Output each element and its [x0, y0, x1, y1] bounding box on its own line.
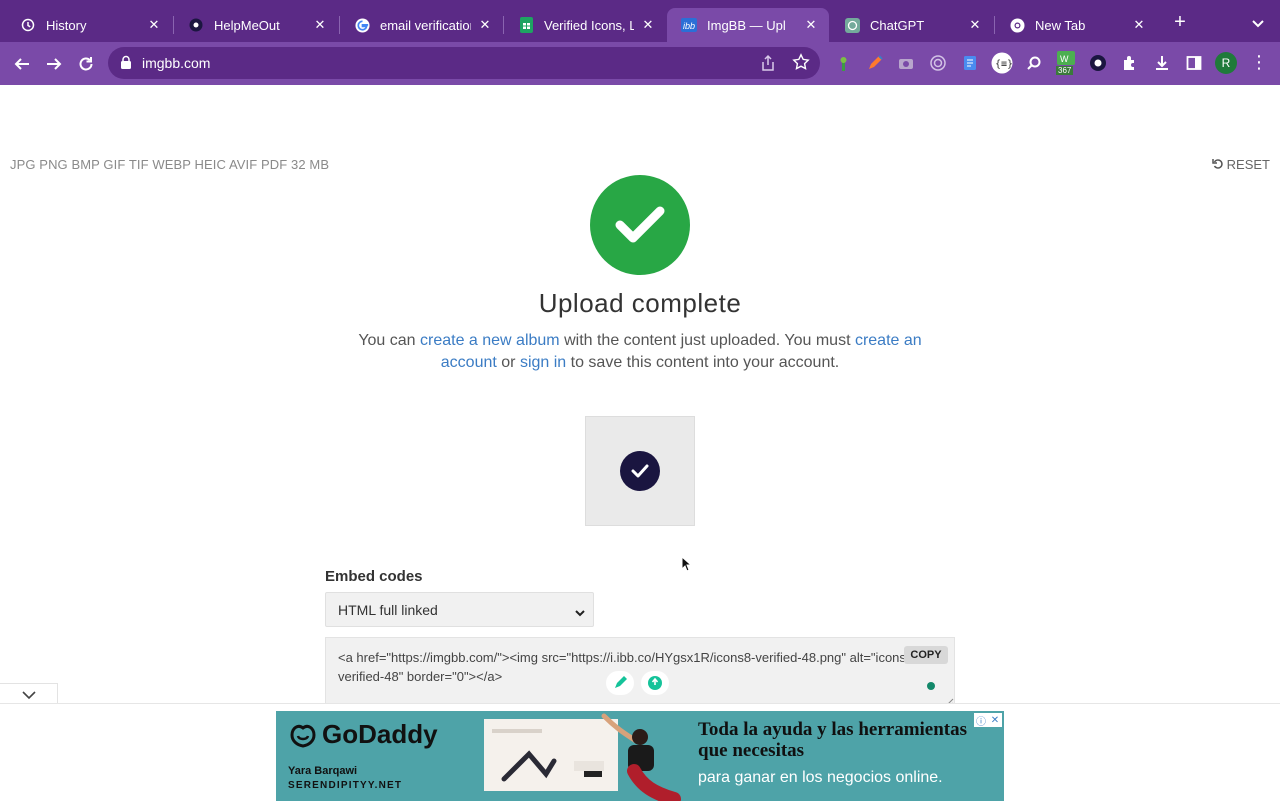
- profile-avatar[interactable]: R: [1215, 52, 1237, 74]
- godaddy-logo-icon: [290, 724, 316, 748]
- chevron-down-icon: [21, 690, 36, 699]
- chrome-icon: [1009, 17, 1025, 33]
- browser-toolbar: imgbb.com {≡} W 367 R ⋮: [0, 42, 1280, 85]
- ad-model-figure: [601, 713, 681, 801]
- extension-badge-count: 367: [1056, 66, 1074, 75]
- back-button[interactable]: [10, 52, 34, 76]
- bookmark-star-icon[interactable]: [792, 53, 810, 71]
- embed-codes-label: Embed codes: [325, 568, 423, 585]
- close-icon[interactable]: ✕: [967, 17, 983, 33]
- grammarly-bulb-icon[interactable]: [641, 671, 669, 695]
- page-content: JPG PNG BMP GIF TIF WEBP HEIC AVIF PDF 3…: [0, 85, 1280, 801]
- embed-code-select[interactable]: HTML full linked: [325, 592, 594, 627]
- tab-helpmeout[interactable]: HelpMeOut ✕: [174, 8, 338, 42]
- embed-code-textarea[interactable]: <a href="https://imgbb.com/"><img src="h…: [325, 637, 955, 705]
- extension-json-icon[interactable]: {≡}: [990, 51, 1014, 75]
- supported-formats: JPG PNG BMP GIF TIF WEBP HEIC AVIF PDF 3…: [10, 157, 330, 172]
- ad-site: SERENDIPITYY.NET: [288, 780, 403, 791]
- copy-button[interactable]: COPY: [904, 646, 948, 664]
- extension-plant-icon[interactable]: [833, 53, 853, 73]
- share-icon[interactable]: [760, 54, 778, 72]
- close-icon[interactable]: ✕: [803, 17, 819, 33]
- reset-button[interactable]: RESET: [1211, 157, 1270, 172]
- ad-close-icon[interactable]: ✕: [988, 713, 1002, 727]
- upload-description: You can create a new album with the cont…: [330, 330, 950, 374]
- close-icon[interactable]: ✕: [1131, 17, 1147, 33]
- url-text[interactable]: imgbb.com: [142, 55, 210, 71]
- godaddy-ad[interactable]: GoDaddy Yara Barqawi SERENDIPITYY.NET To…: [276, 711, 1004, 801]
- tab-email-verification[interactable]: email verification ✕: [340, 8, 503, 42]
- sign-in-link[interactable]: sign in: [520, 354, 566, 371]
- ad-choices[interactable]: ⓘ ✕: [974, 713, 1002, 728]
- create-album-link[interactable]: create a new album: [420, 332, 560, 349]
- ad-bar: GoDaddy Yara Barqawi SERENDIPITYY.NET To…: [0, 703, 1280, 801]
- tab-title: ChatGPT: [870, 17, 925, 33]
- address-bar[interactable]: imgbb.com: [108, 47, 820, 79]
- reset-label: RESET: [1226, 157, 1270, 172]
- desc-text: to save this content into your account.: [566, 354, 840, 371]
- svg-text:W: W: [1060, 54, 1069, 64]
- tab-search-icon[interactable]: [1249, 14, 1267, 32]
- lock-icon[interactable]: [120, 55, 134, 71]
- extension-docs-icon[interactable]: [960, 53, 980, 73]
- download-icon[interactable]: [1152, 53, 1172, 73]
- grammarly-pen-icon[interactable]: [606, 671, 634, 695]
- sheets-icon: [518, 17, 534, 33]
- uploaded-image-thumbnail[interactable]: [585, 416, 695, 526]
- ad-brand: GoDaddy: [322, 719, 438, 749]
- extensions-puzzle-icon[interactable]: [1120, 53, 1140, 73]
- extension-target-icon[interactable]: [928, 53, 948, 73]
- mouse-cursor-icon: [681, 555, 693, 572]
- tab-title: New Tab: [1035, 17, 1086, 33]
- history-icon: [20, 17, 36, 33]
- tab-strip: History ✕ HelpMeOut ✕ email verification…: [0, 0, 1280, 42]
- reload-button[interactable]: [74, 52, 98, 76]
- tab-title: ImgBB — Upl: [707, 17, 786, 33]
- tab-verified-icons[interactable]: Verified Icons, Lo ✕: [504, 8, 666, 42]
- chatgpt-icon: [844, 17, 860, 33]
- embed-selected-value: HTML full linked: [338, 602, 438, 618]
- chevron-down-icon: [575, 604, 585, 620]
- grammarly-status-icon[interactable]: [927, 682, 935, 690]
- imgbb-icon: ibb: [681, 17, 697, 33]
- svg-text:{≡}: {≡}: [995, 59, 1013, 70]
- desc-text: You can: [358, 332, 420, 349]
- close-icon[interactable]: ✕: [146, 17, 162, 33]
- extension-pencil-icon[interactable]: [865, 53, 885, 73]
- tab-title: History: [46, 17, 87, 33]
- extension-search-icon[interactable]: [1024, 53, 1044, 73]
- desc-text: or: [496, 354, 520, 371]
- tab-title: Verified Icons, Lo: [544, 17, 634, 33]
- success-check-icon: [590, 175, 690, 275]
- collapse-ad-button[interactable]: [0, 683, 58, 705]
- new-tab-button[interactable]: +: [1170, 12, 1190, 33]
- verified-icon: [620, 451, 660, 491]
- ad-headline: Toda la ayuda y las herramientas que nec…: [698, 719, 968, 761]
- tab-new-tab[interactable]: New Tab ✕: [995, 8, 1157, 42]
- record-icon: [188, 17, 204, 33]
- forward-button[interactable]: [42, 52, 66, 76]
- tab-chatgpt[interactable]: ChatGPT ✕: [830, 8, 993, 42]
- ad-person: Yara Barqawi: [288, 765, 358, 777]
- tab-title: email verification: [380, 17, 471, 33]
- close-icon[interactable]: ✕: [312, 17, 328, 33]
- undo-icon: [1211, 157, 1223, 172]
- page-title: Upload complete: [538, 288, 742, 318]
- google-icon: [354, 17, 370, 33]
- svg-text:ibb: ibb: [683, 21, 695, 31]
- ad-subline: para ganar en los negocios online.: [698, 769, 943, 786]
- tab-imgbb[interactable]: ibb ImgBB — Upl ✕: [667, 8, 829, 42]
- godaddy-logo: GoDaddy: [288, 719, 438, 750]
- desc-text: with the content just uploaded. You must: [559, 332, 855, 349]
- extension-record-icon[interactable]: [1088, 53, 1108, 73]
- tab-title: HelpMeOut: [214, 17, 280, 33]
- more-menu-icon[interactable]: ⋮: [1250, 53, 1268, 73]
- ad-info-icon[interactable]: ⓘ: [974, 713, 988, 728]
- side-panel-icon[interactable]: [1184, 53, 1204, 73]
- extension-camera-icon[interactable]: [896, 53, 916, 73]
- close-icon[interactable]: ✕: [477, 17, 493, 33]
- close-icon[interactable]: ✕: [640, 17, 656, 33]
- tab-history[interactable]: History ✕: [6, 8, 172, 42]
